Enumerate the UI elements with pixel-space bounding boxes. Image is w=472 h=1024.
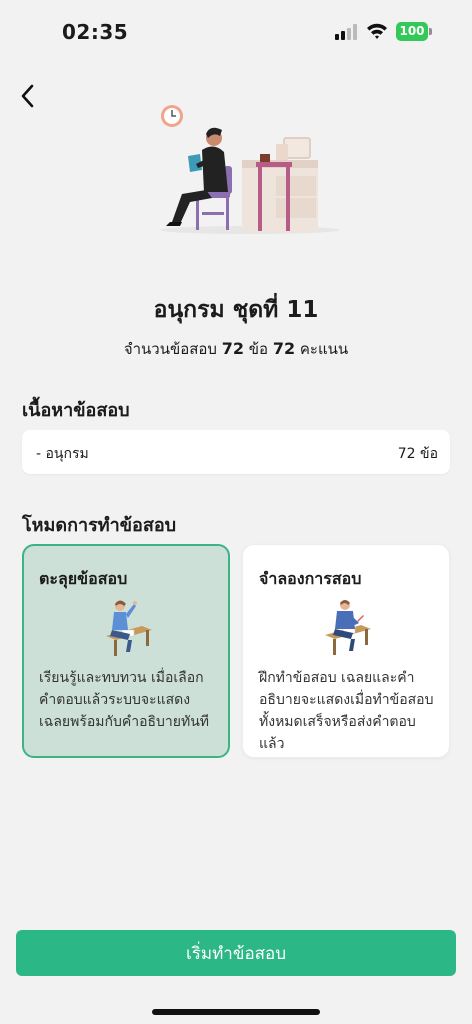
student-raising-hand-icon [106, 600, 152, 656]
status-bar: 02:35 100 [0, 0, 472, 60]
mode-card-simulation[interactable]: จำลองการสอบ ฝึกทำข้อสอบ เฉลยและคำอธิบายจ… [242, 544, 450, 758]
question-unit: ข้อ [248, 340, 269, 358]
score-value: 72 [272, 339, 296, 358]
back-button[interactable] [12, 80, 44, 112]
content-section-heading: เนื้อหาข้อสอบ [22, 400, 130, 421]
exam-title: อนุกรม ชุดที่ 11 [153, 297, 319, 323]
cellular-signal-icon [335, 24, 357, 40]
mode-card-practice[interactable]: ตะลุยข้อสอบ เรียนรู้และทบทวน เมื่อเลือกค… [22, 544, 230, 758]
battery-level: 100 [396, 22, 428, 41]
home-indicator [152, 1009, 320, 1015]
summary-prefix: จำนวนข้อสอบ [123, 340, 217, 358]
content-item: - อนุกรม 72 ข้อ [22, 430, 450, 474]
status-time: 02:35 [62, 20, 129, 44]
mode-title: จำลองการสอบ [259, 569, 362, 588]
clock-icon [161, 105, 183, 127]
content-item-name: - อนุกรม [36, 446, 89, 462]
reading-person-illustration [160, 105, 340, 234]
score-unit: คะแนน [299, 340, 349, 358]
chevron-left-icon [21, 84, 34, 108]
content-item-count: 72 ข้อ [397, 446, 438, 462]
mode-description: ฝึกทำข้อสอบ เฉลยและคำอธิบายจะแสดงเมื่อทำ… [259, 670, 434, 752]
mode-description: เรียนรู้และทบทวน เมื่อเลือกคำตอบแล้วระบบ… [39, 670, 210, 730]
student-writing-icon [325, 600, 371, 655]
exam-summary: จำนวนข้อสอบ 72 ข้อ 72 คะแนน [0, 337, 472, 361]
mode-section-heading: โหมดการทำข้อสอบ [22, 515, 177, 536]
battery-cap [429, 28, 432, 35]
wifi-icon [367, 23, 387, 39]
mode-title: ตะลุยข้อสอบ [39, 569, 128, 588]
start-exam-button[interactable]: เริ่มทำข้อสอบ [16, 930, 456, 976]
battery-icon: 100 [396, 22, 432, 41]
question-count: 72 [221, 339, 244, 358]
